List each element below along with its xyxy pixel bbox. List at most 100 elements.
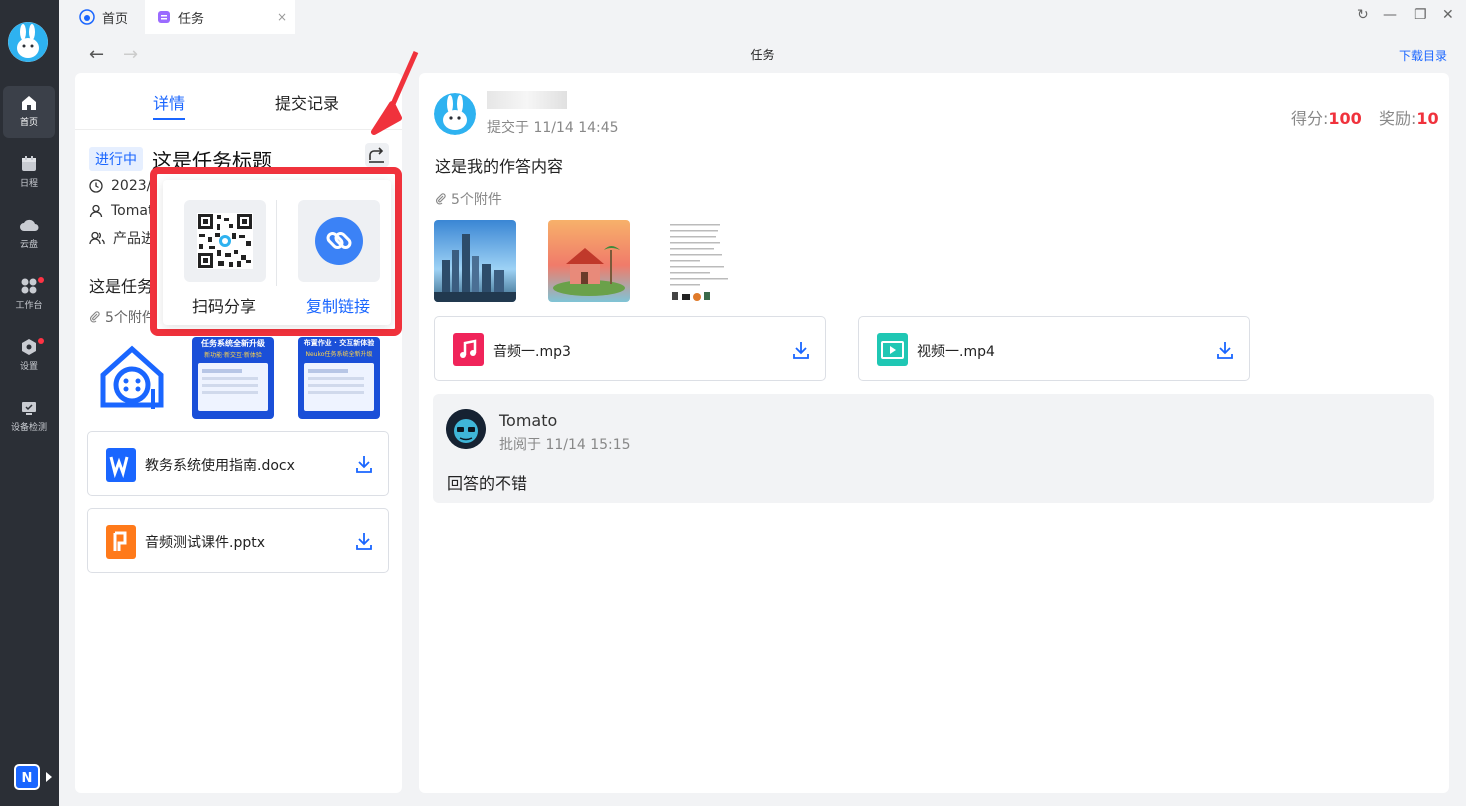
user-icon — [89, 204, 103, 218]
file-name: 教务系统使用指南.docx — [145, 458, 295, 474]
task-group: 产品进 — [89, 228, 155, 248]
sidebar-item-workbench[interactable]: 工作台 — [3, 269, 55, 321]
attachment-count-text: 5个附件 — [105, 310, 156, 326]
device-check-icon — [22, 402, 36, 415]
attachment-count: 5个附件 — [89, 307, 156, 327]
detail-tabs: 详情 提交记录 — [75, 73, 402, 130]
workbench-icon — [21, 278, 37, 294]
download-icon[interactable] — [791, 340, 811, 360]
review-time: 批阅于 11/14 15:15 — [499, 437, 631, 453]
share-icon — [369, 147, 384, 163]
sidebar-item-label: 云盘 — [19, 240, 38, 250]
word-doc-icon — [106, 448, 136, 482]
qr-code-tile[interactable] — [184, 200, 266, 282]
notification-dot — [38, 338, 44, 344]
close-tab-icon[interactable]: × — [277, 10, 287, 24]
review-card: Tomato 批阅于 11/14 15:15 回答的不错 — [433, 394, 1434, 503]
tab-label: 任务 — [178, 11, 205, 27]
download-icon[interactable] — [354, 454, 374, 474]
attachment-thumb-poster-1[interactable]: 任务系统全新升级 新功能·新交互·新体验 — [192, 337, 274, 419]
home-icon — [22, 96, 36, 110]
paperclip-icon — [435, 193, 446, 205]
share-button[interactable] — [365, 143, 389, 167]
download-icon[interactable] — [1215, 340, 1235, 360]
workspace-button[interactable]: N — [14, 764, 40, 790]
attachment-thumb-house[interactable] — [548, 220, 630, 302]
reward: 奖励:10 — [1379, 105, 1439, 129]
avatar — [446, 409, 486, 449]
tab-task[interactable]: 任务 × — [145, 0, 295, 34]
score-value: 100 — [1328, 109, 1362, 128]
attachment-thumb-document[interactable] — [664, 220, 746, 302]
app-logo — [8, 22, 48, 62]
tab-bar: 首页 任务 × ↻ — ❐ ✕ — [59, 0, 1466, 36]
file-item-mp3[interactable]: 音频一.mp3 — [434, 316, 826, 381]
poster-title: 布置作业 · 交互新体验 — [303, 339, 375, 347]
reward-label: 奖励: — [1379, 109, 1417, 128]
sidebar: 首页 日程 云盘 工作台 设置 设备检测 N — [0, 0, 59, 806]
submission-panel: 提交于 11/14 14:45 得分:100 奖励:10 这是我的作答内容 5个… — [419, 73, 1449, 793]
home-tab-icon — [79, 9, 95, 25]
share-popup: 扫码分享 复制链接 — [150, 167, 402, 336]
scan-share-label[interactable]: 扫码分享 — [192, 293, 256, 317]
expand-arrow-icon[interactable] — [46, 772, 52, 782]
reviewer-name: Tomato — [499, 411, 558, 430]
attachment-thumb-logo[interactable] — [91, 337, 173, 419]
group-text: 产品进 — [113, 231, 155, 247]
minimize-icon[interactable]: — — [1383, 7, 1397, 23]
tab-home[interactable]: 首页 — [79, 0, 151, 34]
score: 得分:100 — [1291, 105, 1362, 129]
sidebar-item-label: 设备检测 — [10, 423, 47, 433]
poster-subtitle: 新功能·新交互·新体验 — [204, 352, 262, 359]
file-item-mp4[interactable]: 视频一.mp4 — [858, 316, 1250, 381]
tab-detail[interactable]: 详情 — [153, 90, 186, 120]
download-icon[interactable] — [354, 531, 374, 551]
sidebar-item-home[interactable]: 首页 — [3, 86, 55, 138]
refresh-icon[interactable]: ↻ — [1357, 7, 1369, 23]
calendar-icon — [22, 156, 36, 171]
task-description: 这是任务 — [89, 277, 154, 296]
settings-icon — [22, 339, 36, 355]
copy-link-label[interactable]: 复制链接 — [306, 293, 370, 317]
qr-code-icon — [197, 213, 253, 269]
app-window: 首页 日程 云盘 工作台 设置 设备检测 N 首页 任务 × ↻ — ❐ ✕ ←… — [0, 0, 1466, 806]
sidebar-item-device-check[interactable]: 设备检测 — [3, 391, 55, 443]
cloud-icon — [20, 219, 39, 231]
download-directory-link[interactable]: 下载目录 — [1399, 47, 1447, 64]
tab-label: 首页 — [102, 11, 129, 27]
sidebar-item-label: 日程 — [19, 179, 38, 189]
score-label: 得分: — [1291, 109, 1329, 128]
sidebar-item-schedule[interactable]: 日程 — [3, 147, 55, 199]
page-title: 任务 — [750, 48, 775, 62]
sidebar-item-label: 工作台 — [15, 301, 43, 311]
blurred-student-name — [487, 91, 567, 109]
sidebar-item-label: 设置 — [19, 362, 38, 372]
clock-icon — [89, 179, 103, 193]
copy-link-tile[interactable] — [298, 200, 380, 282]
ppt-doc-icon — [106, 525, 136, 559]
poster-title: 任务系统全新升级 — [201, 339, 265, 348]
attachment-thumb-city[interactable] — [434, 220, 516, 302]
link-icon — [315, 217, 363, 265]
close-icon[interactable]: ✕ — [1442, 7, 1454, 23]
avatar — [434, 93, 476, 135]
restore-icon[interactable]: ❐ — [1414, 7, 1427, 23]
sidebar-item-settings[interactable]: 设置 — [3, 330, 55, 382]
notification-dot — [38, 277, 44, 283]
group-icon — [89, 231, 105, 245]
file-item-docx[interactable]: 教务系统使用指南.docx — [87, 431, 389, 496]
file-name: 音频测试课件.pptx — [145, 535, 265, 551]
file-item-pptx[interactable]: 音频测试课件.pptx — [87, 508, 389, 573]
share-popup-body: 扫码分享 复制链接 — [163, 180, 391, 325]
nav-row: ← → 任务 下载目录 — [59, 36, 1466, 72]
sidebar-item-cloud[interactable]: 云盘 — [3, 208, 55, 260]
attachment-thumb-poster-2[interactable]: 布置作业 · 交互新体验 Neuko任务系统全新升级 — [298, 337, 380, 419]
paperclip-icon — [89, 311, 100, 323]
attachment-count: 5个附件 — [435, 189, 502, 209]
audio-file-icon — [453, 333, 484, 366]
answer-content: 这是我的作答内容 — [435, 157, 564, 176]
review-comment: 回答的不错 — [447, 474, 528, 493]
divider — [276, 200, 277, 286]
video-file-icon — [877, 333, 908, 366]
tab-submit-records[interactable]: 提交记录 — [275, 90, 339, 114]
